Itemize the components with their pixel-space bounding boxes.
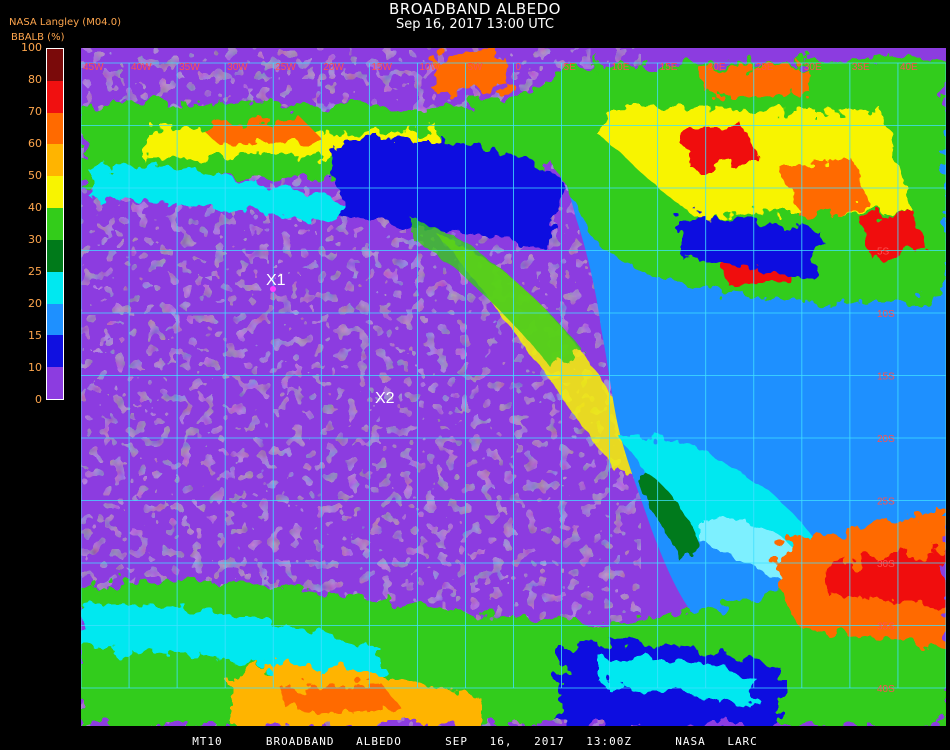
colorbar-segment [47,271,63,304]
longitude-label: 20E [708,62,726,73]
colorbar-tick-label: 40 [28,201,42,214]
latitude-label: 10S [877,309,895,320]
latitude-label: 35S [877,622,895,633]
latitude-label: 20S [877,434,895,445]
colorbar-segment [47,49,63,81]
colorbar-tick-label: 100 [21,41,42,54]
marker-x2[interactable]: X2 [375,390,395,407]
latitude-label: 5S [877,247,890,258]
colorbar-segment [47,80,63,113]
colorbar-segment [47,208,63,240]
data-source-label: NASA Langley (M04.0) [9,17,121,28]
colorbar-segment [47,367,63,399]
longitude-label: 0 [516,62,522,73]
longitude-label: 5E [564,62,577,73]
longitude-label: 30W [227,62,248,73]
longitude-label: 40E [900,62,918,73]
map-footer: MT10 BROADBAND ALBEDO SEP 16, 2017 13:00… [192,735,758,748]
longitude-label: 35W [179,62,200,73]
latitude-label: 30S [877,559,895,570]
longitude-label: 25E [756,62,774,73]
colorbar-segment [47,112,63,145]
longitude-label: 25W [275,62,296,73]
longitude-label: 40W [131,62,152,73]
marker-x1[interactable]: X1 [266,272,286,289]
longitude-label: 5W [467,62,483,73]
colorbar-segment [47,176,63,209]
colorbar-tick-label: 60 [28,137,42,150]
colorbar-tick-label: 10 [28,361,42,374]
colorbar-tick-label: 70 [28,105,42,118]
colorbar-segment [47,144,63,177]
albedo-satellite-map: 45W 40W 35W 30W 25W 20W 15W 10W 5W 0 5E 10E 15E 20E 25… [81,48,946,726]
longitude-label: 15E [660,62,678,73]
latitude-label: 40S [877,684,895,695]
colorbar-tick-label: 50 [28,169,42,182]
albedo-colorbar [46,48,64,400]
colorbar-tick-label: 20 [28,297,42,310]
longitude-label: 30E [804,62,822,73]
longitude-label: 20W [323,62,344,73]
colorbar-segment [47,335,63,368]
longitude-label: 45W [83,62,104,73]
map-timestamp: Sep 16, 2017 13:00 UTC [395,17,555,32]
colorbar-tick-label: 30 [28,233,42,246]
longitude-label: 10E [612,62,630,73]
colorbar-tick-label: 25 [28,265,42,278]
map-title: BROADBAND ALBEDO [389,0,561,18]
colorbar-tick-label: 15 [28,329,42,342]
latitude-label: 25S [877,497,895,508]
colorbar-tick-label: 0 [35,393,42,406]
colorbar-segment [47,239,63,272]
colorbar-segment [47,303,63,336]
colorbar-tick-label: 80 [28,73,42,86]
longitude-label: 35E [852,62,870,73]
marker-x1-point [270,286,276,292]
latitude-label: 15S [877,372,895,383]
longitude-label: 15W [371,62,392,73]
longitude-label: 10W [419,62,440,73]
